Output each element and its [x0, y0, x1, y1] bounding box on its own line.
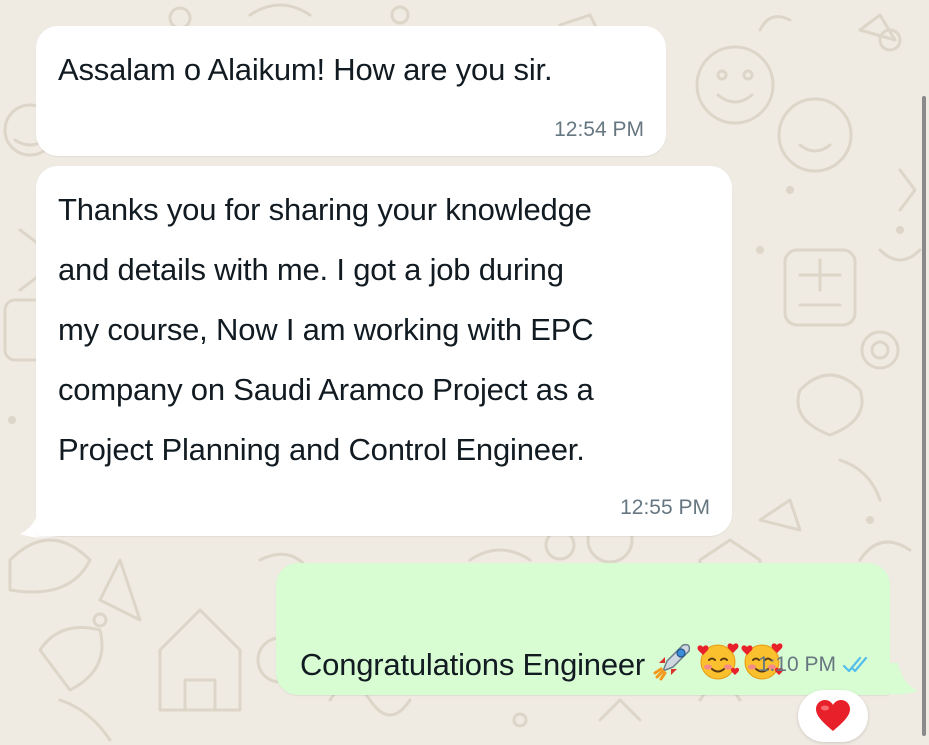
- read-double-check-icon: [842, 656, 868, 673]
- red-heart-emoji: [816, 700, 850, 731]
- rocket-emoji: [653, 643, 691, 681]
- message-bubble-outgoing[interactable]: Congratulations Engineer 1:10 PM: [276, 563, 890, 695]
- message-timestamp: 1:10 PM: [757, 653, 836, 676]
- message-bubble-incoming[interactable]: Thanks you for sharing your knowledge an…: [36, 166, 732, 536]
- message-reaction[interactable]: [798, 690, 868, 742]
- message-timestamp: 12:55 PM: [620, 496, 710, 519]
- message-timestamp: 12:54 PM: [554, 118, 644, 141]
- chat-scrollbar[interactable]: [922, 96, 926, 736]
- smiling-face-with-hearts-emoji: [697, 643, 740, 680]
- message-bubble-incoming[interactable]: Assalam o Alaikum! How are you sir. 12:5…: [36, 26, 666, 156]
- message-text: Thanks you for sharing your knowledge an…: [58, 192, 594, 467]
- message-text: Congratulations Engineer: [300, 647, 646, 682]
- message-text: Assalam o Alaikum! How are you sir.: [58, 52, 553, 87]
